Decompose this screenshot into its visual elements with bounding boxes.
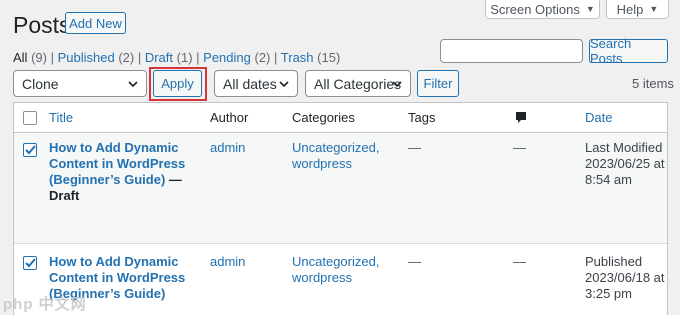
post-title-link[interactable]: How to Add Dynamic Content in WordPress … (49, 140, 199, 204)
date-cell: Published 2023/06/18 at 3:25 pm (585, 254, 665, 302)
items-count: 5 items (632, 76, 674, 91)
status-filters: All (9) | Published (2) | Draft (1) | Pe… (13, 50, 340, 65)
categories-value: All Categories (314, 75, 402, 92)
filter-draft[interactable]: Draft (1) (145, 50, 193, 65)
search-input[interactable] (440, 39, 583, 63)
caret-down-icon: ▼ (649, 4, 659, 14)
category-link[interactable]: Uncategorized, (292, 140, 379, 155)
column-date[interactable]: Date (585, 110, 612, 125)
row-checkbox[interactable] (23, 143, 37, 157)
filter-pending[interactable]: Pending (2) (203, 50, 270, 65)
screen-options-label: Screen Options (490, 1, 580, 17)
filter-all[interactable]: All (9) (13, 50, 47, 65)
separator: | (274, 50, 281, 65)
column-tags: Tags (408, 110, 436, 125)
date-status: Published (585, 254, 643, 269)
post-state: Draft (49, 188, 80, 203)
checkmark-icon (24, 145, 36, 155)
page-title: Posts (13, 12, 71, 38)
screen-options-button[interactable]: Screen Options ▼ (485, 0, 600, 19)
date-time: 8:54 am (585, 172, 632, 187)
chevron-down-icon (279, 80, 289, 87)
author-link[interactable]: admin (210, 254, 245, 270)
dates-value: All dates (223, 75, 277, 92)
help-button[interactable]: Help ▼ (606, 0, 669, 19)
date-value: 2023/06/25 at (585, 156, 665, 171)
row-checkbox[interactable] (23, 256, 37, 270)
categories-select[interactable]: All Categories (305, 70, 411, 97)
separator: | (50, 50, 58, 65)
comment-bubble-icon[interactable] (515, 111, 527, 124)
category-link[interactable]: wordpress (292, 270, 352, 285)
bulk-action-value: Clone (22, 75, 59, 92)
categories-cell: Uncategorized, wordpress (292, 140, 379, 172)
post-title-cell: How to Add Dynamic Content in WordPress … (49, 140, 199, 204)
date-value: 2023/06/18 at (585, 270, 665, 285)
date-time: 3:25 pm (585, 286, 632, 301)
checkmark-icon (24, 258, 36, 268)
select-all-checkbox[interactable] (23, 111, 37, 125)
bulk-action-select[interactable]: Clone (13, 70, 147, 97)
category-link[interactable]: wordpress (292, 156, 352, 171)
add-new-button[interactable]: Add New (65, 12, 126, 34)
tags-cell: — (408, 254, 421, 269)
filter-trash[interactable]: Trash (15) (281, 50, 341, 65)
category-link[interactable]: Uncategorized, (292, 254, 379, 269)
chevron-down-icon (128, 80, 138, 87)
search-posts-button[interactable]: Search Posts (589, 36, 668, 66)
apply-button[interactable]: Apply (153, 70, 202, 97)
column-categories: Categories (292, 110, 355, 125)
categories-cell: Uncategorized, wordpress (292, 254, 379, 286)
comments-cell: — (513, 140, 526, 155)
separator: | (137, 50, 145, 65)
watermark: php 中文网 (3, 296, 87, 313)
chevron-down-icon (392, 80, 402, 87)
caret-down-icon: ▼ (585, 4, 595, 14)
tags-cell: — (408, 140, 421, 155)
filter-button[interactable]: Filter (417, 70, 459, 97)
column-author: Author (210, 110, 249, 125)
comments-cell: — (513, 254, 526, 269)
filter-published[interactable]: Published (2) (58, 50, 135, 65)
post-state-separator: — (165, 172, 182, 187)
date-cell: Last Modified 2023/06/25 at 8:54 am (585, 140, 665, 188)
column-title[interactable]: Title (49, 110, 73, 125)
author-link[interactable]: admin (210, 140, 245, 156)
date-status: Last Modified (585, 140, 663, 155)
dates-select[interactable]: All dates (214, 70, 298, 97)
help-label: Help (616, 1, 644, 17)
